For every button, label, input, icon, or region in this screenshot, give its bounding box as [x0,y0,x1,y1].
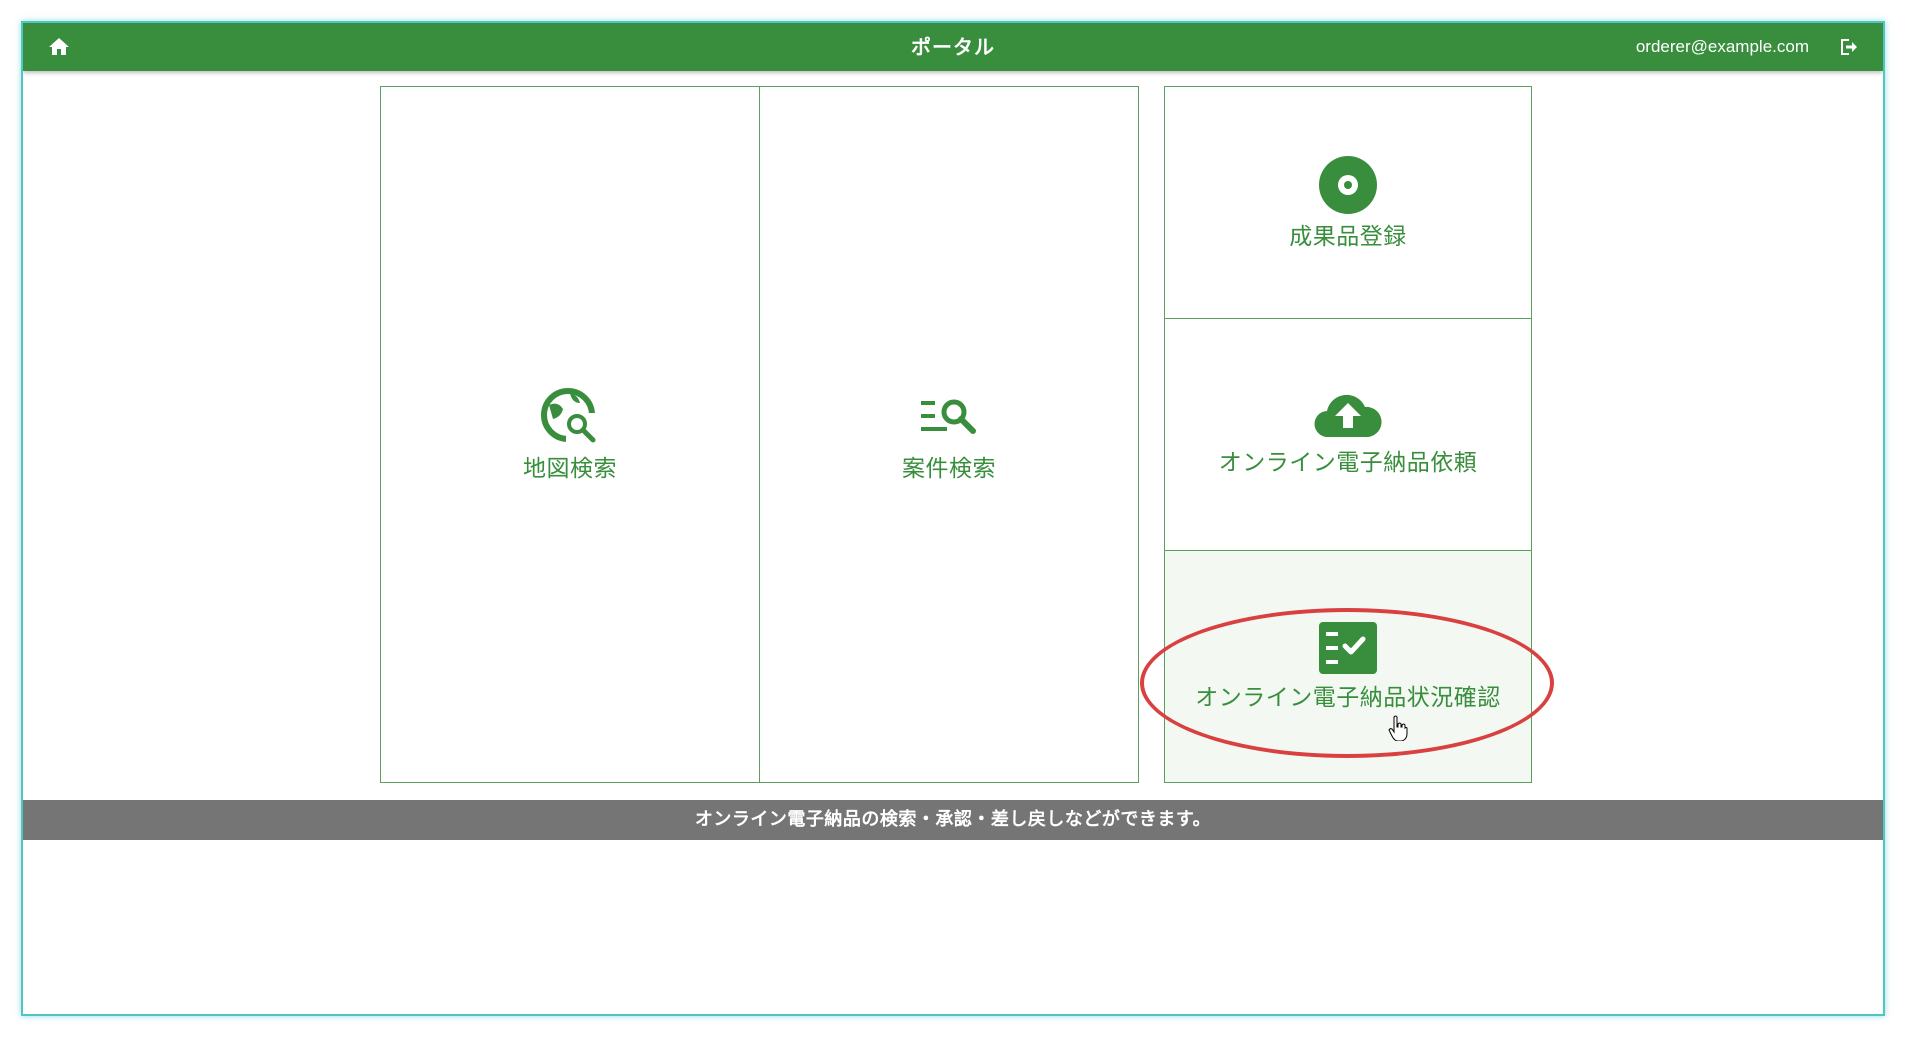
disc-icon [1319,155,1377,214]
page-title: ポータル [911,35,995,59]
deliverable-registration-tile[interactable]: 成果品登録 [1164,86,1532,319]
user-email: orderer@example.com [1635,37,1809,56]
list-search-icon [921,399,976,434]
online-delivery-request-label: オンライン電子納品依頼 [1218,449,1478,476]
checklist-icon [1319,621,1377,674]
online-delivery-request-tile[interactable]: オンライン電子納品依頼 [1164,318,1532,551]
case-search-tile[interactable]: 案件検索 [759,86,1139,783]
description-bar: オンライン電子納品の検索・承認・差し戻しなどができます。 [23,800,1883,840]
app-header: ポータル orderer@example.com [23,23,1883,71]
logout-button[interactable] [1837,35,1861,59]
logout-icon [1841,39,1857,55]
app-window: ポータル orderer@example.com 地図検索 案件検索 成果品登録… [21,21,1885,1016]
deliverable-registration-label: 成果品登録 [1289,223,1407,250]
cloud-upload-icon [1314,394,1382,437]
map-search-label: 地図検索 [523,455,617,482]
online-delivery-status-tile[interactable]: オンライン電子納品状況確認 [1164,550,1532,783]
case-search-label: 案件検索 [902,455,996,482]
map-search-tile[interactable]: 地図検索 [380,86,760,783]
online-delivery-status-label: オンライン電子納品状況確認 [1195,684,1501,711]
map-search-icon [541,387,596,443]
